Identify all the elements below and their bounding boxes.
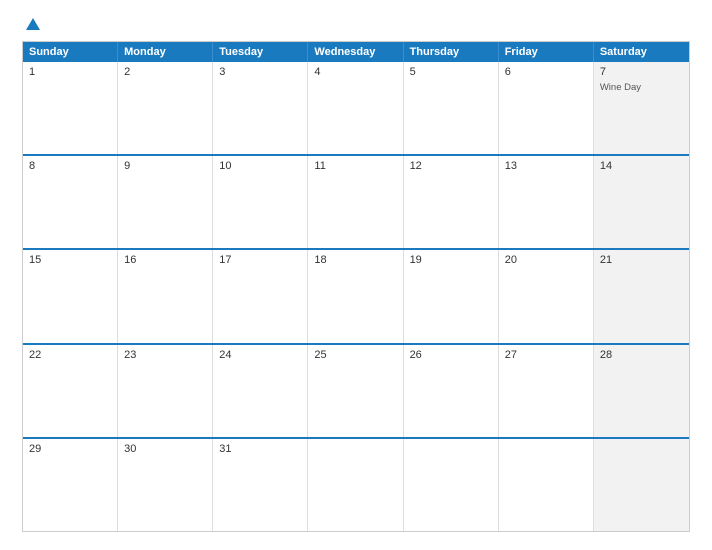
header-day-friday: Friday [499,42,594,62]
day-number: 12 [410,160,492,172]
page-header [22,18,690,31]
calendar-cell: 23 [118,345,213,437]
calendar-cell: 17 [213,250,308,342]
header-day-thursday: Thursday [404,42,499,62]
calendar-cell: 10 [213,156,308,248]
header-day-tuesday: Tuesday [213,42,308,62]
day-number: 7 [600,66,683,78]
calendar-cell: 29 [23,439,118,531]
calendar-cell: 2 [118,62,213,154]
calendar-cell: 3 [213,62,308,154]
header-day-wednesday: Wednesday [308,42,403,62]
day-number: 19 [410,254,492,266]
calendar-cell: 28 [594,345,689,437]
calendar-cell: 14 [594,156,689,248]
calendar-cell: 12 [404,156,499,248]
calendar-week-3: 15 16 17 18 19 20 21 [23,250,689,344]
logo [22,18,40,31]
day-number: 1 [29,66,111,78]
calendar-cell: 16 [118,250,213,342]
calendar-cell: 1 [23,62,118,154]
calendar-cell [308,439,403,531]
calendar-cell: 15 [23,250,118,342]
calendar-cell: 30 [118,439,213,531]
day-number: 6 [505,66,587,78]
day-number: 27 [505,349,587,361]
calendar-cell: 31 [213,439,308,531]
day-number: 16 [124,254,206,266]
day-number: 20 [505,254,587,266]
calendar-cell [594,439,689,531]
calendar-grid: SundayMondayTuesdayWednesdayThursdayFrid… [22,41,690,532]
day-number: 5 [410,66,492,78]
logo-triangle-icon [26,18,40,30]
day-number: 28 [600,349,683,361]
day-number: 25 [314,349,396,361]
calendar-cell: 9 [118,156,213,248]
calendar-cell: 27 [499,345,594,437]
calendar-body: 1234567Wine Day8910111213141516171819202… [23,62,689,531]
header-day-sunday: Sunday [23,42,118,62]
calendar-cell: 25 [308,345,403,437]
day-number: 9 [124,160,206,172]
day-number: 4 [314,66,396,78]
calendar-cell: 20 [499,250,594,342]
calendar-week-4: 22 23 24 25 26 27 28 [23,345,689,439]
calendar-cell: 19 [404,250,499,342]
day-number: 24 [219,349,301,361]
calendar-header: SundayMondayTuesdayWednesdayThursdayFrid… [23,42,689,62]
calendar-cell: 11 [308,156,403,248]
calendar-cell: 5 [404,62,499,154]
calendar-page: SundayMondayTuesdayWednesdayThursdayFrid… [0,0,712,550]
event-label: Wine Day [600,82,683,93]
calendar-cell: 26 [404,345,499,437]
day-number: 21 [600,254,683,266]
header-day-saturday: Saturday [594,42,689,62]
day-number: 18 [314,254,396,266]
calendar-cell: 8 [23,156,118,248]
day-number: 14 [600,160,683,172]
day-number: 13 [505,160,587,172]
day-number: 2 [124,66,206,78]
day-number: 29 [29,443,111,455]
calendar-cell: 7 Wine Day [594,62,689,154]
calendar-cell: 22 [23,345,118,437]
calendar-cell: 4 [308,62,403,154]
calendar-cell: 13 [499,156,594,248]
calendar-cell: 21 [594,250,689,342]
calendar-week-5: 29 30 31 [23,439,689,531]
day-number: 11 [314,160,396,172]
day-number: 15 [29,254,111,266]
day-number: 30 [124,443,206,455]
calendar-cell: 24 [213,345,308,437]
calendar-cell: 18 [308,250,403,342]
day-number: 31 [219,443,301,455]
day-number: 10 [219,160,301,172]
calendar-cell: 6 [499,62,594,154]
day-number: 17 [219,254,301,266]
calendar-cell [404,439,499,531]
logo-blue-text [22,18,40,31]
day-number: 23 [124,349,206,361]
calendar-week-1: 1 2 3 4 5 6 7 Wine Day [23,62,689,156]
day-number: 22 [29,349,111,361]
header-day-monday: Monday [118,42,213,62]
day-number: 26 [410,349,492,361]
day-number: 8 [29,160,111,172]
calendar-cell [499,439,594,531]
day-number: 3 [219,66,301,78]
calendar-week-2: 8 9 10 11 12 13 14 [23,156,689,250]
